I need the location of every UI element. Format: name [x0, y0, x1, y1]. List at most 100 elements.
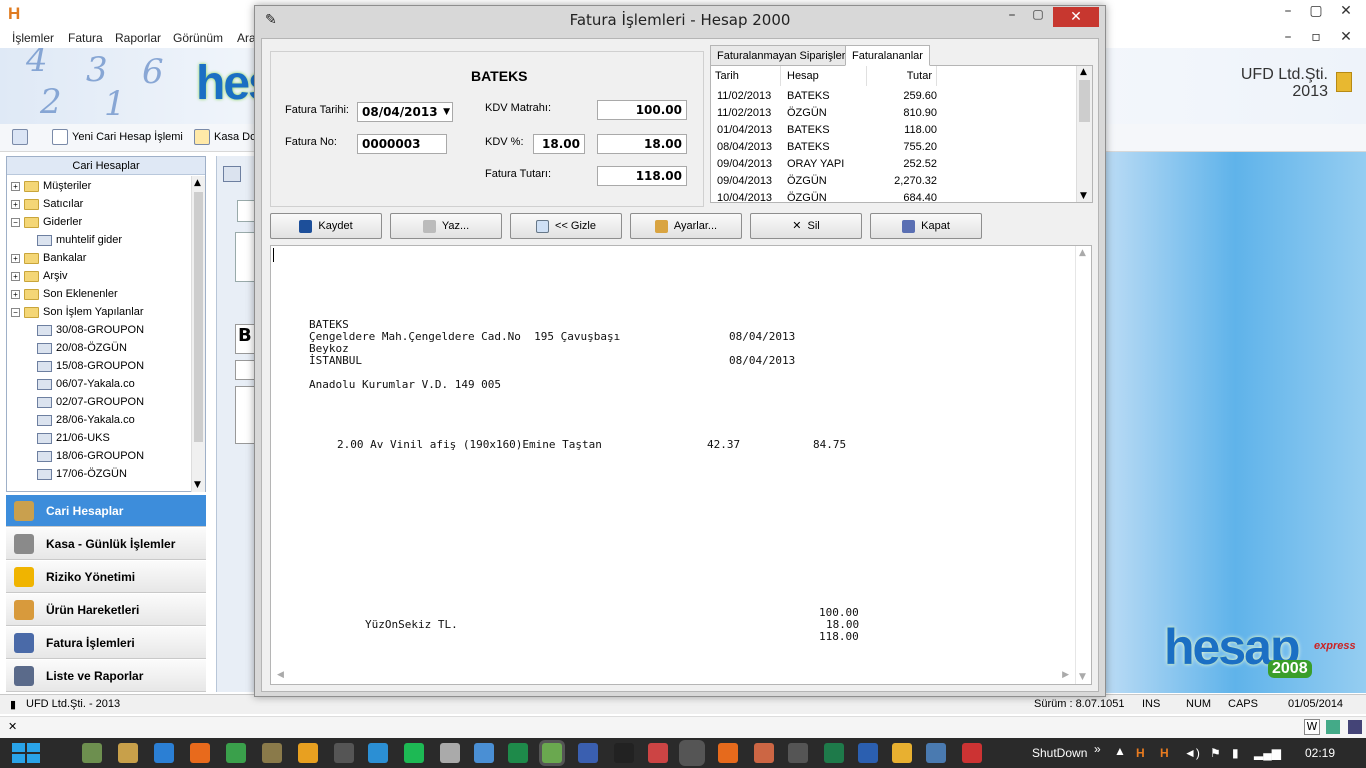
mdi-restore-icon[interactable]: ▫	[1302, 26, 1330, 48]
mdi-close-icon[interactable]: ✕	[1332, 26, 1360, 48]
tree-item[interactable]: + Müşteriler	[11, 177, 91, 195]
filezilla-app-icon[interactable]	[962, 743, 982, 763]
grid-row[interactable]: 01/04/2013 BATEKS 118.00	[717, 122, 1077, 139]
tree-item[interactable]: 06/07-Yakala.co	[37, 375, 135, 393]
tree-item[interactable]: 30/08-GROUPON	[37, 321, 144, 339]
expand-icon[interactable]: +	[11, 289, 20, 299]
scroll-left-icon[interactable]: ◀	[277, 670, 284, 680]
app-icon[interactable]	[788, 743, 808, 763]
menu-islemler[interactable]: İşlemler	[12, 31, 54, 45]
hesap-app-icon[interactable]	[682, 743, 702, 763]
app-icon[interactable]	[892, 743, 912, 763]
ie-app-icon[interactable]	[154, 743, 174, 763]
app-icon[interactable]	[926, 743, 946, 763]
nav-button[interactable]: Liste ve Raporlar	[6, 660, 206, 692]
nav-button[interactable]: Fatura İşlemleri	[6, 627, 206, 659]
nav-button[interactable]: Ürün Hareketleri	[6, 594, 206, 626]
delete-button[interactable]: ✕ Sil	[750, 213, 862, 239]
invoice-no-field[interactable]: 0000003	[357, 134, 447, 154]
tree-item[interactable]: 15/08-GROUPON	[37, 357, 144, 375]
invoice-date-picker[interactable]: 08/04/2013 ▼	[357, 102, 453, 122]
collapse-icon[interactable]: −	[11, 307, 20, 317]
close-x-icon[interactable]: ✕	[8, 720, 17, 733]
tray-expand-icon[interactable]: ▲	[1114, 744, 1126, 758]
close-icon[interactable]: ✕	[1332, 0, 1360, 22]
hide-button[interactable]: << Gizle	[510, 213, 622, 239]
excel-app-icon[interactable]	[508, 743, 528, 763]
grid-header-amount[interactable]: Tutar	[867, 66, 937, 86]
nav-button[interactable]: Kasa - Günlük İşlemler	[6, 528, 206, 560]
kdv-pct-field[interactable]: 18.00	[533, 134, 585, 154]
menu-ara[interactable]: Ara	[237, 31, 256, 45]
tree-item[interactable]: + Son Eklenenler	[11, 285, 118, 303]
tree-item[interactable]: 02/07-GROUPON	[37, 393, 144, 411]
preview-scrollbar[interactable]: ▲ ▼	[1075, 246, 1091, 684]
tree-item[interactable]: + Satıcılar	[11, 195, 83, 213]
expand-icon[interactable]: +	[11, 271, 20, 281]
tree-item[interactable]: 28/06-Yakala.co	[37, 411, 135, 429]
star-app-icon[interactable]	[614, 743, 634, 763]
grid-row[interactable]: 10/04/2013 ÖZGÜN 684.40	[717, 190, 1077, 202]
spotify-app-icon[interactable]	[404, 743, 424, 763]
dialog-minimize-icon[interactable]: –	[999, 7, 1025, 27]
chevron-down-icon[interactable]: ▼	[443, 103, 450, 121]
volume-icon[interactable]: ◄)	[1184, 746, 1200, 760]
tree-item[interactable]: muhtelif gider	[37, 231, 122, 249]
app-icon[interactable]	[474, 743, 494, 763]
close-button[interactable]: Kapat	[870, 213, 982, 239]
scroll-down-icon[interactable]: ▼	[194, 480, 201, 490]
expand-icon[interactable]: +	[11, 253, 20, 263]
minimize-icon[interactable]: –	[1274, 0, 1302, 22]
tree-item[interactable]: 21/06-UKS	[37, 429, 110, 447]
tree-scrollbar[interactable]: ▲ ▼	[191, 176, 205, 492]
collapse-icon[interactable]: −	[11, 217, 20, 227]
toolbar-cards-button[interactable]	[12, 129, 32, 145]
grid-row[interactable]: 09/04/2013 ÖZGÜN 2,270.32	[717, 173, 1077, 190]
paint-app-icon[interactable]	[648, 743, 668, 763]
maximize-icon[interactable]: ▢	[1302, 0, 1330, 22]
scroll-right-icon[interactable]: ▶	[1062, 670, 1069, 680]
total-field[interactable]: 118.00	[597, 166, 687, 186]
kdv-amount-field[interactable]: 18.00	[597, 134, 687, 154]
scroll-up-icon[interactable]: ▲	[1079, 248, 1086, 258]
files-app-icon[interactable]	[118, 743, 138, 763]
word-app-icon[interactable]	[858, 743, 878, 763]
chrome-app-icon[interactable]	[226, 743, 246, 763]
expand-icon[interactable]: +	[11, 199, 20, 209]
chevron-icon[interactable]: »	[1094, 742, 1101, 756]
tree-item[interactable]: 17/06-ÖZGÜN	[37, 465, 127, 483]
app-icon[interactable]	[334, 743, 354, 763]
firefox-app-icon[interactable]	[190, 743, 210, 763]
tree-item[interactable]: − Giderler	[11, 213, 82, 231]
shutdown-button[interactable]: ShutDown	[1032, 746, 1087, 760]
cash-button[interactable]: Kasa Do	[194, 129, 256, 145]
scroll-down-icon[interactable]: ▼	[1080, 191, 1087, 201]
grid-row[interactable]: 11/02/2013 ÖZGÜN 810.90	[717, 105, 1077, 122]
vlc-app-icon[interactable]	[298, 743, 318, 763]
app-icon[interactable]	[754, 743, 774, 763]
grid-scrollbar[interactable]: ▲ ▼	[1076, 66, 1092, 202]
print-button[interactable]: Yaz...	[390, 213, 502, 239]
menu-raporlar[interactable]: Raporlar	[115, 31, 161, 45]
tray-app-icon[interactable]	[1348, 720, 1362, 734]
explorer-app-icon[interactable]	[82, 743, 102, 763]
kdv-base-field[interactable]: 100.00	[597, 100, 687, 120]
grid-header-account[interactable]: Hesap	[781, 66, 867, 86]
excel-app-icon[interactable]	[824, 743, 844, 763]
tab-unbilled-orders[interactable]: Faturalanmayan Siparişler	[710, 45, 853, 66]
windows-start-icon[interactable]	[12, 743, 42, 763]
tree-item[interactable]: + Bankalar	[11, 249, 86, 267]
grid-row[interactable]: 11/02/2013 BATEKS 259.60	[717, 88, 1077, 105]
grid-header-date[interactable]: Tarih	[711, 66, 781, 86]
calculator-app-icon[interactable]	[440, 743, 460, 763]
app-icon[interactable]	[718, 743, 738, 763]
battery-icon[interactable]: ▮	[1232, 746, 1239, 760]
invoice-preview[interactable]: BATEKS Çengeldere Mah.Çengeldere Cad.No …	[270, 245, 1092, 685]
notepad-app-icon[interactable]	[542, 743, 562, 763]
tree-item[interactable]: + Arşiv	[11, 267, 67, 285]
nav-button[interactable]: Riziko Yönetimi	[6, 561, 206, 593]
new-account-button[interactable]: Yeni Cari Hesap İşlemi	[52, 129, 183, 145]
app-icon[interactable]	[262, 743, 282, 763]
flag-icon[interactable]: ⚑	[1210, 746, 1221, 760]
menu-gorunum[interactable]: Görünüm	[173, 31, 223, 45]
